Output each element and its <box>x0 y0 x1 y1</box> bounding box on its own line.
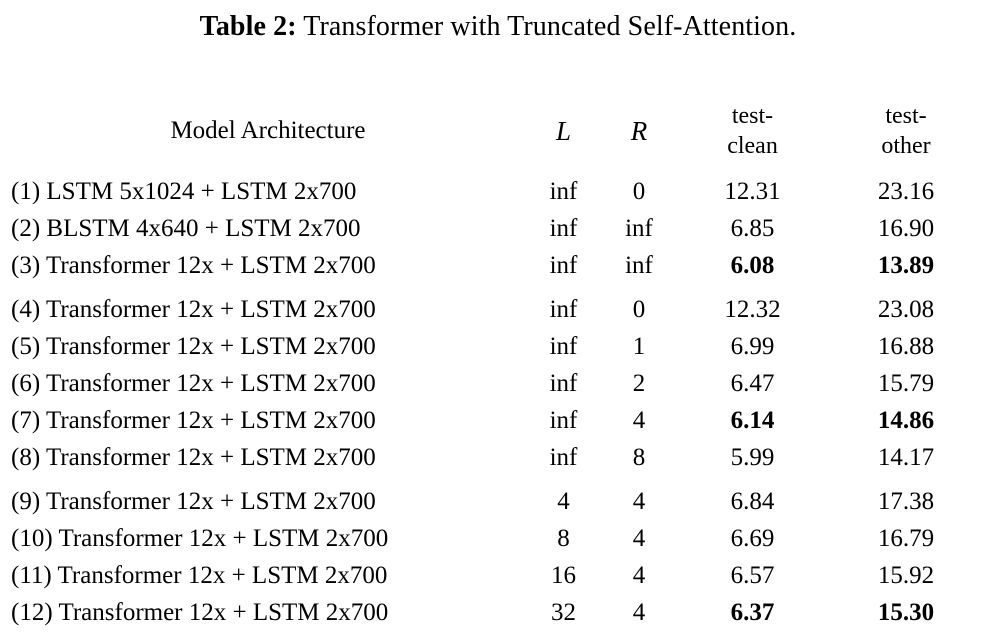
cell-r: 2 <box>632 369 646 397</box>
cell-l: inf <box>549 369 578 397</box>
cell-l: 8 <box>557 524 570 552</box>
cell-l: inf <box>549 251 578 279</box>
table-row: (5) Transformer 12x + LSTM 2x700 inf 1 6.99… <box>11 328 983 365</box>
cell-test-clean: 5.99 <box>730 443 775 471</box>
cell-model-architecture: (11) Transformer 12x + LSTM 2x700 <box>11 561 388 589</box>
cell-test-other: 16.79 <box>877 524 935 552</box>
cell-test-other: 15.92 <box>877 561 935 589</box>
cell-test-clean: 6.69 <box>730 524 775 552</box>
cell-l: inf <box>549 177 578 205</box>
table-row: (2) BLSTM 4x640 + LSTM 2x700 inf inf 6.85 16… <box>11 210 983 247</box>
cell-model-architecture: (1) LSTM 5x1024 + LSTM 2x700 <box>11 177 357 205</box>
header-test-other: test- other <box>829 92 983 170</box>
table-row: (3) Transformer 12x + LSTM 2x700 inf inf 6.… <box>11 247 983 284</box>
header-row: Model Architecture L R test- clean test-… <box>11 92 983 170</box>
cell-r: 1 <box>632 332 646 360</box>
cell-l: inf <box>549 443 578 471</box>
header-model-architecture: Model Architecture <box>170 117 366 144</box>
header-test-other-line2: other <box>881 133 931 159</box>
cell-l: inf <box>549 214 578 242</box>
caption-label: Table 2: <box>199 11 297 42</box>
cell-test-clean: 6.57 <box>730 561 775 589</box>
header-test-clean-line2: clean <box>727 133 778 159</box>
cell-r: inf <box>625 251 653 279</box>
table-row: (9) Transformer 12x + LSTM 2x700 4 4 6.84 17… <box>11 483 983 520</box>
header-test-other-line1: test- <box>885 103 927 129</box>
cell-test-other: 17.38 <box>877 487 935 515</box>
cell-r: 8 <box>632 443 646 471</box>
cell-test-clean: 6.14 <box>730 406 775 434</box>
results-table: Model Architecture L R test- clean test-… <box>11 92 983 635</box>
cell-test-clean: 6.08 <box>730 251 775 279</box>
cell-r: 0 <box>632 295 646 323</box>
header-l: L <box>555 115 572 146</box>
cell-model-architecture: (10) Transformer 12x + LSTM 2x700 <box>11 524 389 552</box>
table-row: (11) Transformer 12x + LSTM 2x700 16 4 6.57… <box>11 557 983 594</box>
paper-table-figure: Table 2: Transformer with Truncated Self… <box>0 0 996 638</box>
table-caption: Table 2: Transformer with Truncated Self… <box>0 8 996 46</box>
cell-model-architecture: (5) Transformer 12x + LSTM 2x700 <box>11 332 376 360</box>
cell-l: inf <box>549 295 578 323</box>
table-row: (4) Transformer 12x + LSTM 2x700 inf 0 12.3… <box>11 291 983 328</box>
rule-cell <box>525 631 602 635</box>
table-row: (6) Transformer 12x + LSTM 2x700 inf 2 6.47… <box>11 365 983 402</box>
cell-r: inf <box>625 214 653 242</box>
cell-test-clean: 6.84 <box>730 487 775 515</box>
rule-cell <box>676 631 829 635</box>
header-r: R <box>630 115 648 146</box>
rule-cell <box>602 631 676 635</box>
cell-model-architecture: (6) Transformer 12x + LSTM 2x700 <box>11 369 376 397</box>
header-test-clean-line1: test- <box>731 103 774 129</box>
cell-test-other: 13.89 <box>877 251 935 279</box>
cell-test-other: 15.79 <box>877 369 935 397</box>
cell-test-clean: 6.99 <box>730 332 775 360</box>
cell-test-other: 15.30 <box>877 598 935 626</box>
table-row: (12) Transformer 12x + LSTM 2x700 32 4 6.37… <box>11 594 983 631</box>
cell-r: 4 <box>632 561 646 589</box>
cell-test-other: 23.16 <box>877 177 935 205</box>
rule-cell <box>11 631 525 635</box>
table-bottom-rule <box>11 631 983 635</box>
cell-test-other: 16.90 <box>877 214 935 242</box>
table-row: (10) Transformer 12x + LSTM 2x700 8 4 6.69 1… <box>11 520 983 557</box>
cell-l: inf <box>549 332 578 360</box>
cell-model-architecture: (2) BLSTM 4x640 + LSTM 2x700 <box>11 214 361 242</box>
cell-test-other: 23.08 <box>877 295 935 323</box>
cell-r: 4 <box>632 487 646 515</box>
cell-test-clean: 6.37 <box>730 598 775 626</box>
cell-model-architecture: (4) Transformer 12x + LSTM 2x700 <box>11 295 376 323</box>
cell-test-clean: 6.47 <box>730 369 775 397</box>
cell-test-clean: 12.31 <box>724 177 781 205</box>
table-body: (1) LSTM 5x1024 + LSTM 2x700 inf 0 12.31 23.… <box>11 170 983 635</box>
cell-model-architecture: (3) Transformer 12x + LSTM 2x700 <box>11 251 376 279</box>
table-row: (1) LSTM 5x1024 + LSTM 2x700 inf 0 12.31 23.… <box>11 173 983 210</box>
cell-l: 32 <box>551 598 576 626</box>
cell-test-other: 16.88 <box>877 332 935 360</box>
cell-model-architecture: (9) Transformer 12x + LSTM 2x700 <box>11 487 376 515</box>
cell-test-other: 14.17 <box>877 443 935 471</box>
rule-cell <box>829 631 983 635</box>
table-header: Model Architecture L R test- clean test-… <box>11 92 983 170</box>
table-row: (7) Transformer 12x + LSTM 2x700 inf 4 6.14… <box>11 402 983 439</box>
cell-model-architecture: (12) Transformer 12x + LSTM 2x700 <box>11 598 389 626</box>
cell-r: 4 <box>632 406 646 434</box>
header-test-clean: test- clean <box>676 92 829 170</box>
cell-r: 4 <box>632 598 646 626</box>
cell-model-architecture: (8) Transformer 12x + LSTM 2x700 <box>11 443 376 471</box>
cell-test-other: 14.86 <box>877 406 935 434</box>
cell-l: 16 <box>551 561 576 589</box>
cell-test-clean: 6.85 <box>730 214 775 242</box>
table-row: (8) Transformer 12x + LSTM 2x700 inf 8 5.99… <box>11 439 983 476</box>
cell-model-architecture: (7) Transformer 12x + LSTM 2x700 <box>11 406 376 434</box>
cell-l: 4 <box>557 487 570 515</box>
cell-r: 4 <box>632 524 646 552</box>
cell-l: inf <box>549 406 578 434</box>
caption-text: Transformer with Truncated Self-Attentio… <box>296 11 797 42</box>
cell-r: 0 <box>632 177 646 205</box>
results-table-container: Model Architecture L R test- clean test-… <box>11 92 983 635</box>
cell-test-clean: 12.32 <box>724 295 781 323</box>
